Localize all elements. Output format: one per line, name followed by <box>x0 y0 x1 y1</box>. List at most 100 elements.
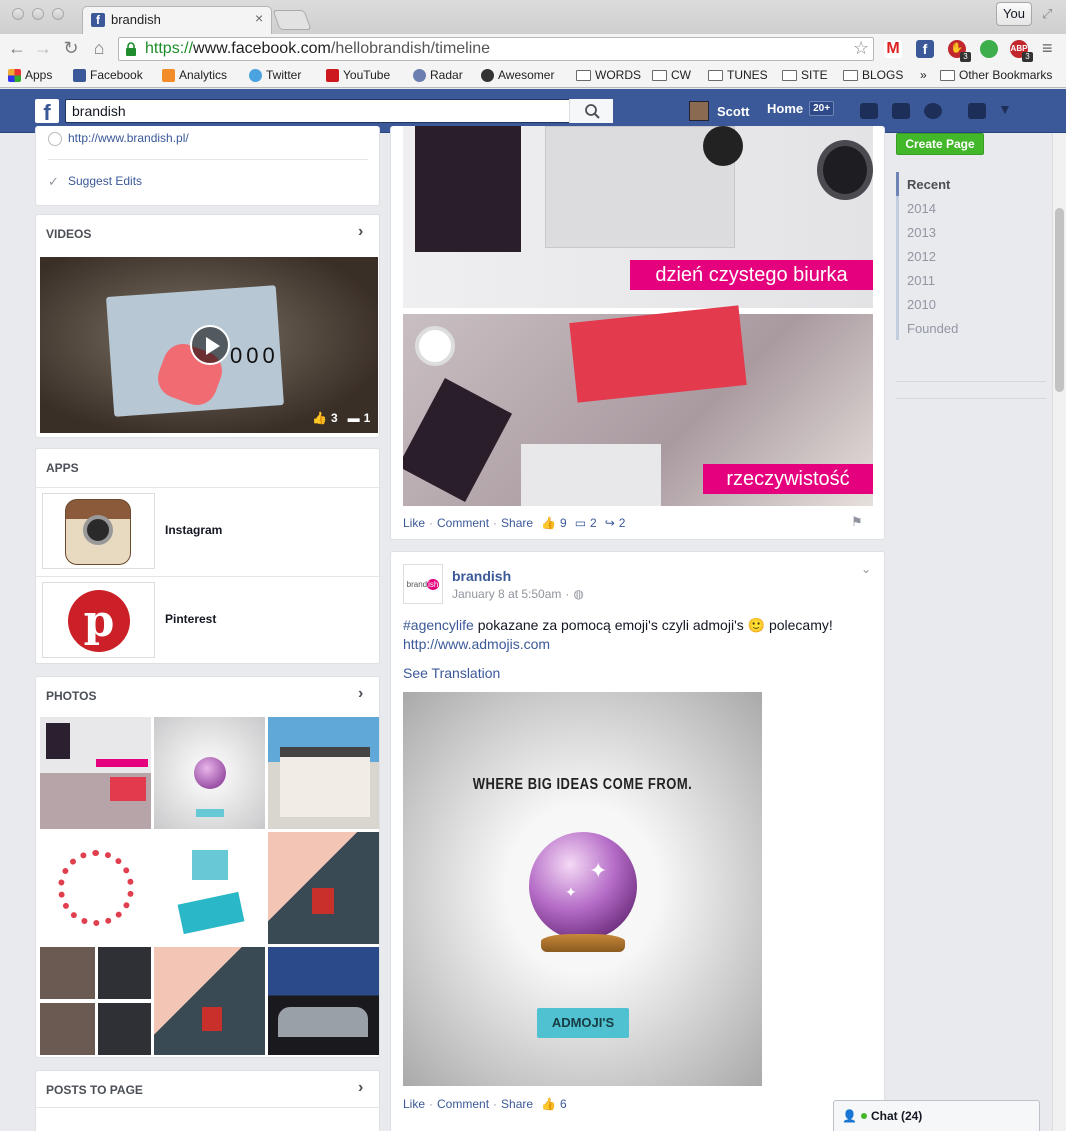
photo-thumbnail[interactable] <box>268 717 379 829</box>
bookmark-other[interactable]: Other Bookmarks <box>940 68 1052 82</box>
chevron-right-icon[interactable]: › <box>358 223 363 241</box>
video-stats: 👍 3 ▬ 1 <box>312 411 371 425</box>
flag-icon[interactable]: ⚑ <box>851 514 863 530</box>
likes-count[interactable]: 9 <box>560 516 567 530</box>
see-translation-link[interactable]: See Translation <box>403 665 500 681</box>
video-thumbnail[interactable]: 000 👍 3 ▬ 1 <box>40 257 378 433</box>
back-arrow-icon[interactable]: ← <box>6 38 28 59</box>
facebook-search-input[interactable]: brandish <box>65 99 613 123</box>
menu-icon[interactable]: ≡ <box>1042 38 1053 59</box>
photo-thumbnail[interactable] <box>268 832 379 944</box>
like-link[interactable]: Like <box>403 1097 425 1111</box>
bookmark-folder-words[interactable]: WORDS <box>576 68 641 82</box>
timeline-year-2014[interactable]: 2014 <box>907 201 936 216</box>
instagram-app-tile[interactable] <box>42 493 155 569</box>
pinterest-app-tile[interactable]: p <box>42 582 155 658</box>
photo-thumbnail[interactable] <box>268 947 379 1055</box>
tab-close-icon[interactable]: × <box>255 10 263 26</box>
gmail-icon[interactable]: M <box>884 40 902 58</box>
bookmark-twitter[interactable]: Twitter <box>249 68 301 82</box>
hangouts-icon[interactable] <box>980 40 998 58</box>
instagram-app-label[interactable]: Instagram <box>165 523 222 537</box>
bookmark-star-icon[interactable]: ☆ <box>853 38 869 59</box>
comment-link[interactable]: Comment <box>437 1097 489 1111</box>
window-zoom-button[interactable] <box>52 8 64 20</box>
home-link[interactable]: Home 20+ <box>767 101 835 116</box>
bookmark-folder-site[interactable]: SITE <box>782 68 828 82</box>
bookmark-radar[interactable]: Radar <box>413 68 463 82</box>
photo-thumbnail[interactable] <box>154 947 265 1055</box>
notebook <box>415 126 521 252</box>
bookmark-folder-cw[interactable]: CW <box>652 68 691 82</box>
timeline-year-founded[interactable]: Founded <box>907 321 958 336</box>
timeline-year-recent[interactable]: Recent <box>907 177 950 192</box>
chevron-down-icon[interactable]: ⌄ <box>861 562 871 576</box>
search-button[interactable] <box>569 99 613 123</box>
post-actions: Like · Comment · Share 👍 6 <box>403 1097 567 1111</box>
share-link[interactable]: Share <box>501 1097 533 1111</box>
bookmarks-overflow[interactable]: » <box>920 68 927 82</box>
bookmark-facebook[interactable]: Facebook <box>73 68 143 82</box>
admojis-link[interactable]: http://www.admojis.com <box>403 636 550 652</box>
suggest-edits-link[interactable]: Suggest Edits <box>68 174 142 188</box>
scrollbar-thumb[interactable] <box>1055 208 1064 392</box>
photos-card: PHOTOS › <box>35 676 380 1058</box>
chat-tab[interactable]: 👤 Chat (24) <box>833 1100 1040 1131</box>
window-minimize-button[interactable] <box>32 8 44 20</box>
create-page-button[interactable]: Create Page <box>896 133 984 155</box>
post-image[interactable]: WHERE BIG IDEAS COME FROM. ✦ ✦ ADMOJI'S <box>403 692 762 1086</box>
friend-requests-icon[interactable] <box>860 103 878 119</box>
photos-heading: PHOTOS <box>46 689 97 703</box>
reload-icon[interactable]: ↻ <box>60 38 82 59</box>
chevron-right-icon[interactable]: › <box>358 1079 363 1097</box>
window-close-button[interactable] <box>12 8 24 20</box>
hashtag-link[interactable]: #agencylife <box>403 617 474 633</box>
facebook-extension-icon[interactable]: f <box>916 40 934 58</box>
smiley-emoji-icon: 🙂 <box>747 617 766 633</box>
photo-thumbnail[interactable] <box>40 717 151 829</box>
profile-button[interactable]: You <box>996 2 1032 26</box>
photo-thumbnail[interactable] <box>40 832 151 944</box>
home-icon[interactable]: ⌂ <box>88 38 110 59</box>
facebook-logo-icon[interactable]: f <box>35 99 59 125</box>
share-arrow-icon: ↪ <box>604 516 615 530</box>
brandish-avatar[interactable]: brandish <box>403 564 443 604</box>
profile-link[interactable]: Scott <box>689 101 750 121</box>
messages-icon[interactable] <box>892 103 910 119</box>
new-tab-button[interactable] <box>272 10 312 30</box>
timeline-year-2011[interactable]: 2011 <box>907 273 935 288</box>
bookmark-awesomer[interactable]: Awesomer <box>481 68 554 82</box>
address-bar[interactable]: https://www.facebook.com/hellobrandish/t… <box>118 37 874 61</box>
photo-thumbnail[interactable] <box>154 717 265 829</box>
like-link[interactable]: Like <box>403 516 425 530</box>
bookmark-folder-blogs[interactable]: BLOGS <box>843 68 903 82</box>
bookmark-analytics[interactable]: Analytics <box>162 68 227 82</box>
website-link[interactable]: http://www.brandish.pl/ <box>68 131 189 145</box>
post-photo-collage[interactable]: dzień czystego biurka rzeczywistość <box>403 126 873 506</box>
likes-count[interactable]: 6 <box>560 1097 567 1111</box>
account-menu-chevron-icon[interactable]: ▼ <box>998 101 1012 117</box>
post-author[interactable]: brandish <box>452 568 511 584</box>
radar-icon <box>413 68 426 82</box>
comments-count[interactable]: 2 <box>590 516 597 530</box>
privacy-shortcuts-icon[interactable] <box>968 103 986 119</box>
comment-link[interactable]: Comment <box>437 516 489 530</box>
browser-tab[interactable]: f brandish × <box>82 6 272 34</box>
play-button-icon[interactable] <box>190 325 230 365</box>
timeline-year-2010[interactable]: 2010 <box>907 297 936 312</box>
bookmark-youtube[interactable]: YouTube <box>326 68 390 82</box>
pinterest-app-label[interactable]: Pinterest <box>165 612 216 626</box>
photo-thumbnail[interactable] <box>154 832 265 944</box>
shares-count[interactable]: 2 <box>619 516 626 530</box>
bookmark-folder-tunes[interactable]: TUNES <box>708 68 768 82</box>
photo-thumbnail[interactable] <box>40 947 151 1055</box>
bookmark-apps[interactable]: Apps <box>8 68 52 82</box>
share-link[interactable]: Share <box>501 516 533 530</box>
fullscreen-icon[interactable]: ⤢ <box>1042 6 1052 22</box>
forward-arrow-icon[interactable]: → <box>32 38 54 59</box>
timeline-year-2012[interactable]: 2012 <box>907 249 936 264</box>
chevron-right-icon[interactable]: › <box>358 685 363 703</box>
post-timestamp[interactable]: January 8 at 5:50am <box>452 587 561 601</box>
timeline-year-2013[interactable]: 2013 <box>907 225 936 240</box>
notifications-globe-icon[interactable] <box>924 103 942 119</box>
